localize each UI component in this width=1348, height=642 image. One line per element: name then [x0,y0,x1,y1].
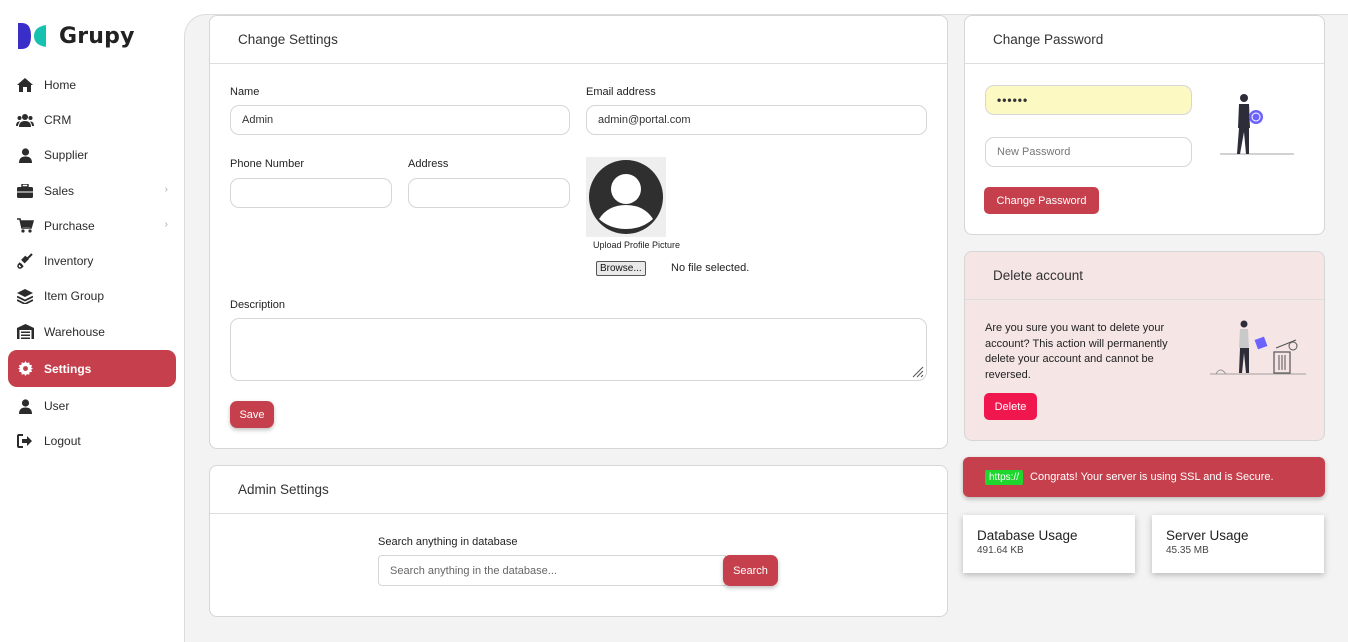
warehouse-icon [16,323,34,341]
sidebar-item-sales[interactable]: Sales › [8,173,176,208]
current-password-field[interactable]: •••••• [985,85,1192,115]
sidebar-item-label: User [44,399,70,414]
sidebar-item-label: Home [44,77,77,92]
home-icon [16,76,34,94]
resize-handle-icon[interactable] [912,366,924,378]
sidebar-item-label: Purchase [44,218,95,233]
search-label: Search anything in database [378,536,518,548]
layers-icon [16,287,34,305]
sidebar-item-supplier[interactable]: Supplier [8,138,176,173]
card-title: Change Settings [210,16,947,64]
admin-settings-card: Admin Settings Search anything in databa… [209,465,948,617]
card-title: Delete account [965,252,1324,300]
sidebar-item-inventory[interactable]: Inventory [8,243,176,278]
delete-account-card: Delete account Are you sure you want to … [964,251,1325,441]
database-usage-title: Database Usage [977,528,1078,543]
database-search-input[interactable]: Search anything in the database... [378,555,726,586]
sidebar-item-crm[interactable]: CRM [8,102,176,137]
change-password-card: Change Password •••••• New Password Chan… [964,15,1325,235]
gear-icon [16,360,34,378]
address-field[interactable] [408,178,570,208]
server-usage-title: Server Usage [1166,528,1249,543]
cart-icon [16,217,34,235]
sidebar-item-label: Item Group [44,289,105,304]
briefcase-icon [16,182,34,200]
file-status: No file selected. [671,262,750,274]
user-icon [16,397,34,415]
sidebar-item-logout[interactable]: Logout [8,424,176,459]
logout-icon [16,432,34,450]
database-usage-value: 491.64 KB [977,545,1024,556]
profile-picture [586,157,666,237]
description-label: Description [230,299,286,311]
ssl-status-banner: https:// Congrats! Your server is using … [963,457,1325,497]
search-button[interactable]: Search [723,555,778,586]
users-icon [16,111,34,129]
sidebar-item-label: Supplier [44,148,89,163]
server-usage-card: Server Usage 45.35 MB [1152,515,1324,573]
grupy-logo-icon [18,23,46,49]
sidebar: Grupy Home CRM Supplier Sales › Purchase… [0,0,184,642]
sidebar-item-item-group[interactable]: Item Group [8,279,176,314]
https-badge: https:// [985,469,1024,485]
ssl-message: Congrats! Your server is using SSL and i… [1030,471,1274,483]
app-name: Grupy [59,23,135,49]
save-button[interactable]: Save [230,401,274,428]
sidebar-item-home[interactable]: Home [8,67,176,102]
chevron-right-icon: › [164,183,168,195]
password-illustration [1220,94,1294,155]
change-settings-card: Change Settings Name Admin Email address… [209,15,948,449]
delete-warning-text: Are you sure you want to delete your acc… [985,322,1168,381]
sidebar-item-label: Warehouse [44,324,105,339]
email-field[interactable]: admin@portal.com [586,105,927,135]
address-label: Address [408,158,449,170]
sidebar-item-settings[interactable]: Settings [8,350,176,388]
database-usage-card: Database Usage 491.64 KB [963,515,1135,573]
server-usage-value: 45.35 MB [1166,545,1209,556]
browse-button[interactable]: Browse... [596,261,646,276]
email-label: Email address [586,86,656,98]
sidebar-item-label: Logout [44,434,81,449]
avatar-placeholder-icon [589,160,663,234]
sidebar-item-label: Settings [44,361,92,376]
card-title: Change Password [965,16,1324,64]
phone-field[interactable] [230,178,392,208]
app-logo[interactable]: Grupy [17,22,135,50]
sidebar-item-label: CRM [44,112,72,127]
name-label: Name [230,86,260,98]
card-title: Admin Settings [210,466,947,514]
user-icon [16,146,34,164]
sidebar-item-purchase[interactable]: Purchase › [8,208,176,243]
dolly-icon [16,252,34,270]
chevron-right-icon: › [164,219,168,231]
sidebar-nav: Home CRM Supplier Sales › Purchase › Inv… [8,67,176,459]
sidebar-item-label: Inventory [44,254,94,269]
change-password-button[interactable]: Change Password [984,187,1099,214]
phone-label: Phone Number [230,158,304,170]
description-field[interactable] [230,318,927,381]
sidebar-item-warehouse[interactable]: Warehouse [8,314,176,349]
sidebar-item-label: Sales [44,183,75,198]
delete-illustration [1210,320,1306,375]
name-field[interactable]: Admin [230,105,570,135]
delete-button[interactable]: Delete [984,393,1037,420]
sidebar-item-user[interactable]: User [8,388,176,423]
upload-label: Upload Profile Picture [593,240,681,250]
new-password-input[interactable]: New Password [985,137,1192,167]
